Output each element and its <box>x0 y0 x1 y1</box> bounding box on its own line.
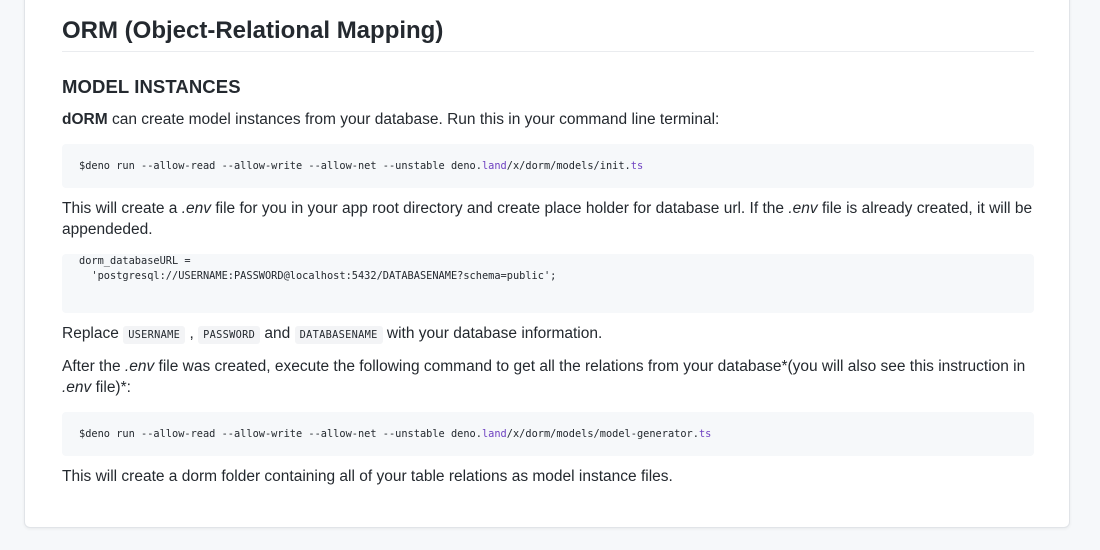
code-highlight: land <box>481 428 507 440</box>
code-text: /x/dorm/models/model-generator. <box>506 428 699 440</box>
para-text: This will create a <box>62 200 182 217</box>
code-text: /x/dorm/models/init. <box>506 160 631 172</box>
env-filename: .env <box>181 200 212 217</box>
env-filename: .env <box>124 358 155 375</box>
code-highlight: ts <box>630 160 644 172</box>
para-text: file was created, execute the following … <box>154 358 1026 375</box>
code-text: $deno run --allow-read --allow-write --a… <box>79 428 482 440</box>
para-text: with your database information. <box>382 325 603 342</box>
after-paragraph: After the .env file was created, execute… <box>62 356 1034 398</box>
replace-paragraph: Replace USERNAME , PASSWORD and DATABASE… <box>62 323 1034 346</box>
database-url-block[interactable]: dorm_databaseURL = 'postgresql://USERNAM… <box>62 254 1034 313</box>
code-text: $deno run --allow-read --allow-write --a… <box>79 160 482 172</box>
doc-content: ORM (Object-Relational Mapping) MODEL IN… <box>62 1 1034 487</box>
para-text: After the <box>62 358 125 375</box>
env-note-paragraph: This will create a .env file for you in … <box>62 198 1034 240</box>
code-highlight: ts <box>698 428 712 440</box>
inline-code-username: USERNAME <box>123 326 186 344</box>
final-paragraph: This will create a dorm folder containin… <box>62 468 673 485</box>
brand-name: dORM <box>62 111 108 128</box>
page-title: ORM (Object-Relational Mapping) <box>62 1 1034 52</box>
intro-paragraph: dORM can create model instances from you… <box>62 109 1034 130</box>
para-text: file)*: <box>91 379 131 396</box>
inline-code-databasename: DATABASENAME <box>294 326 383 344</box>
code-line: 'postgresql://USERNAME:PASSWORD@localhos… <box>79 270 557 282</box>
code-line: dorm_databaseURL = <box>79 255 191 267</box>
model-generator-command-block[interactable]: $deno run --allow-read --allow-write --a… <box>62 412 1034 456</box>
code-highlight: land <box>481 160 507 172</box>
para-text: , <box>185 325 199 342</box>
section-heading: MODEL INSTANCES <box>62 76 241 97</box>
intro-text: can create model instances from your dat… <box>107 111 720 128</box>
inline-code-password: PASSWORD <box>198 326 261 344</box>
env-filename: .env <box>62 379 92 396</box>
para-text: file for you in your app root directory … <box>211 200 789 217</box>
content-card: ORM (Object-Relational Mapping) MODEL IN… <box>24 0 1070 528</box>
init-command-block[interactable]: $deno run --allow-read --allow-write --a… <box>62 144 1034 188</box>
para-text: Replace <box>62 325 124 342</box>
para-text: and <box>260 325 295 342</box>
env-filename: .env <box>788 200 818 217</box>
